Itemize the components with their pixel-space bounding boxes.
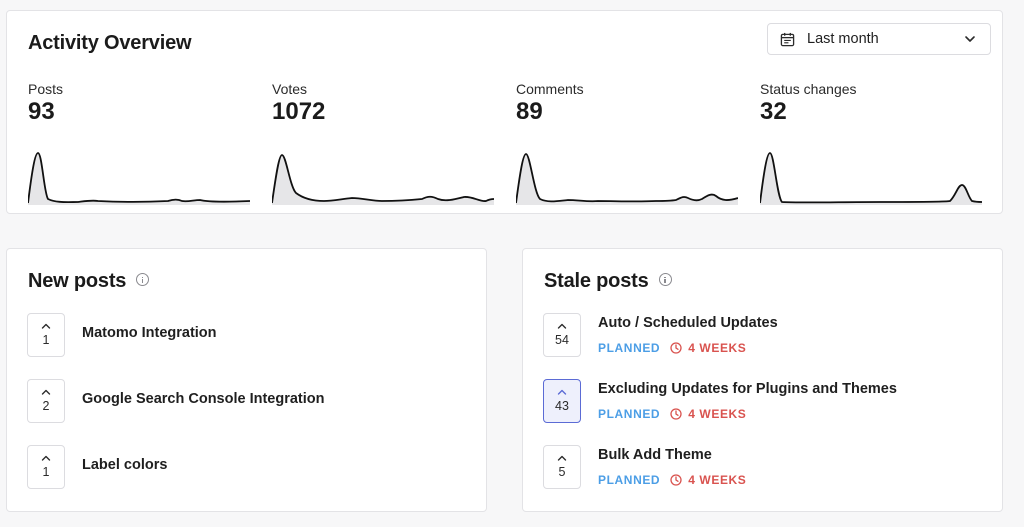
vote-count: 43 <box>555 399 569 413</box>
chevron-down-icon <box>965 36 975 42</box>
stale-posts-list: 54 Auto / Scheduled Updates PLANNED 4 WE… <box>543 313 983 511</box>
list-item: 5 Bulk Add Theme PLANNED 4 WEEKS <box>543 445 983 511</box>
date-range-select[interactable]: Last month <box>767 23 991 55</box>
stale-posts-card: Stale posts 54 Auto / Scheduled Updates … <box>522 248 1003 512</box>
vote-count: 5 <box>558 465 566 479</box>
new-posts-list: 1 Matomo Integration 2 Google Search Con… <box>27 313 467 511</box>
vote-count: 1 <box>42 465 50 479</box>
list-item: 43 Excluding Updates for Plugins and The… <box>543 379 983 445</box>
status-badge: PLANNED <box>598 341 661 355</box>
clock-icon <box>670 474 682 486</box>
stale-posts-header: Stale posts <box>544 270 672 293</box>
status-changes-sparkline <box>760 152 982 205</box>
metric-value: 1072 <box>272 98 326 125</box>
metric-comments: Comments 89 <box>516 81 738 205</box>
chevron-up-icon <box>41 455 51 461</box>
age-badge: 4 WEEKS <box>670 473 746 487</box>
upvote-button[interactable]: 1 <box>27 445 65 489</box>
age-badge: 4 WEEKS <box>670 407 746 421</box>
stale-posts-title: Stale posts <box>544 270 649 292</box>
list-item: 2 Google Search Console Integration <box>27 379 467 445</box>
metric-value: 32 <box>760 98 787 125</box>
new-posts-header: New posts <box>28 270 150 293</box>
comments-sparkline <box>516 153 738 205</box>
post-title[interactable]: Auto / Scheduled Updates <box>598 315 778 331</box>
list-item: 1 Label colors <box>27 445 467 511</box>
metric-label: Comments <box>516 81 584 97</box>
chevron-up-icon <box>557 455 567 461</box>
metric-status-changes: Status changes 32 <box>760 81 982 205</box>
posts-sparkline <box>28 152 250 205</box>
calendar-icon <box>780 32 795 46</box>
vote-count: 54 <box>555 333 569 347</box>
age-text: 4 WEEKS <box>688 341 747 355</box>
upvote-button[interactable]: 1 <box>27 313 65 357</box>
status-badge: PLANNED <box>598 407 661 421</box>
upvote-button[interactable]: 5 <box>543 445 581 489</box>
post-title[interactable]: Matomo Integration <box>82 325 217 341</box>
upvote-button[interactable]: 2 <box>27 379 65 423</box>
post-title[interactable]: Label colors <box>82 457 167 473</box>
post-meta: PLANNED 4 WEEKS <box>598 341 746 355</box>
status-badge: PLANNED <box>598 473 661 487</box>
info-icon[interactable] <box>136 273 150 287</box>
post-meta: PLANNED 4 WEEKS <box>598 473 746 487</box>
post-title[interactable]: Google Search Console Integration <box>82 391 325 407</box>
activity-overview-title: Activity Overview <box>28 32 192 54</box>
metric-label: Status changes <box>760 81 857 97</box>
upvote-button[interactable]: 43 <box>543 379 581 423</box>
post-title[interactable]: Excluding Updates for Plugins and Themes <box>598 381 897 397</box>
activity-overview-card: Activity Overview Last month Posts 93 Vo… <box>6 10 1003 214</box>
clock-icon <box>670 408 682 420</box>
post-meta: PLANNED 4 WEEKS <box>598 407 746 421</box>
vote-count: 2 <box>42 399 50 413</box>
chevron-up-icon <box>41 389 51 395</box>
metric-label: Posts <box>28 81 64 97</box>
new-posts-card: New posts 1 Matomo Integration 2 Google … <box>6 248 487 512</box>
metric-label: Votes <box>272 81 308 97</box>
metric-votes: Votes 1072 <box>272 81 494 205</box>
metric-value: 93 <box>28 98 55 125</box>
metric-value: 89 <box>516 98 543 125</box>
votes-sparkline <box>272 154 494 205</box>
clock-icon <box>670 342 682 354</box>
post-title[interactable]: Bulk Add Theme <box>598 447 712 463</box>
age-badge: 4 WEEKS <box>670 341 746 355</box>
list-item: 54 Auto / Scheduled Updates PLANNED 4 WE… <box>543 313 983 379</box>
date-range-value: Last month <box>807 31 879 47</box>
vote-count: 1 <box>42 333 50 347</box>
age-text: 4 WEEKS <box>688 407 747 421</box>
age-text: 4 WEEKS <box>688 473 747 487</box>
new-posts-title: New posts <box>28 270 127 292</box>
upvote-button[interactable]: 54 <box>543 313 581 357</box>
metric-posts: Posts 93 <box>28 81 250 205</box>
chevron-up-icon <box>557 389 567 395</box>
chevron-up-icon <box>41 323 51 329</box>
list-item: 1 Matomo Integration <box>27 313 467 379</box>
info-icon[interactable] <box>658 273 672 287</box>
chevron-up-icon <box>557 323 567 329</box>
